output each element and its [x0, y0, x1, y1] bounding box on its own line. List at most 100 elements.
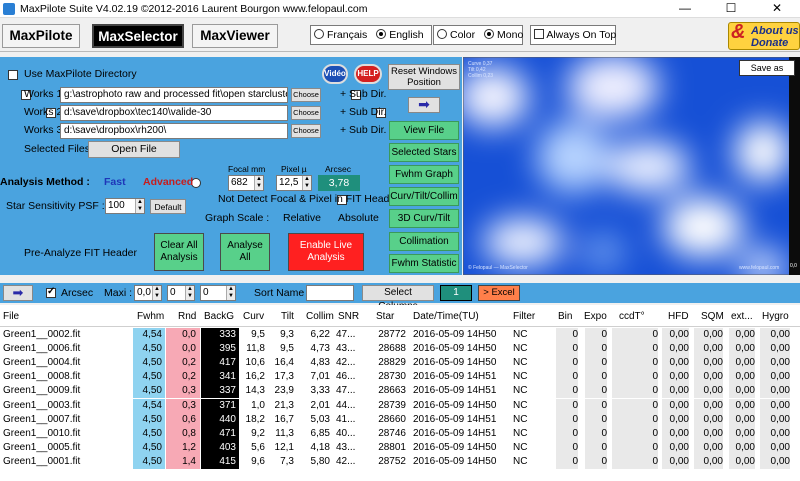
cell-filter: NC — [513, 455, 528, 467]
focal-spinner[interactable]: 682 ▲ ▼ — [228, 175, 264, 191]
cell-hfd: 0,00 — [662, 384, 689, 399]
cell-ccdt: 0 — [612, 384, 658, 399]
psf-spin-arrows[interactable]: ▲ ▼ — [135, 199, 144, 213]
column-header-hygro[interactable]: Hygro — [762, 311, 789, 322]
maxi2-spinner[interactable]: 0 ▲ ▼ — [167, 285, 195, 301]
table-row[interactable]: Green1__0007.fit 4,50 0,6 440 18,2 16,7 5,03 41… — [0, 412, 800, 427]
curv-tilt-collim-button[interactable]: Curv/Tilt/Collim — [389, 187, 459, 206]
column-header-sqm[interactable]: SQM — [701, 311, 724, 322]
table-row[interactable]: Green1__0004.fit 4,50 0,2 417 10,6 16,4 4,83 42… — [0, 356, 800, 371]
works2-path-input[interactable]: d:\save\dropbox\tec140\valide-30 — [60, 105, 288, 121]
arcsec-checkbox[interactable] — [46, 286, 56, 298]
3d-curv-tilt-button[interactable]: 3D Curv/Tilt — [389, 209, 459, 228]
cell-hygro: 0,00 — [760, 370, 790, 385]
analyse-all-button[interactable]: Analyse All — [220, 233, 270, 271]
cell-hygro: 0,00 — [760, 342, 790, 357]
export-excel-button[interactable]: > Excel — [478, 285, 520, 301]
enable-live-button[interactable]: Enable Live Analysis — [288, 233, 364, 271]
column-header-hfd[interactable]: HFD — [668, 311, 689, 322]
cell-fwhm: 4,50 — [133, 356, 165, 371]
collimation-button[interactable]: Collimation — [389, 232, 459, 251]
maxi3-spinner[interactable]: 0 ▲ ▼ — [200, 285, 236, 301]
table-row[interactable]: Green1__0009.fit 4,50 0,3 337 14,3 23,9 3,33 47… — [0, 384, 800, 399]
pixel-value: 12,5 — [279, 177, 299, 188]
arrow-right-icon[interactable]: ➡ — [408, 97, 440, 113]
cell-snr: 46... — [336, 371, 356, 383]
clear-all-button[interactable]: Clear All Analysis — [154, 233, 204, 271]
maximize-button[interactable]: ☐ — [708, 0, 754, 18]
reset-windows-button[interactable]: Reset Windows Position — [388, 64, 460, 90]
cell-curv: 9,6 — [251, 455, 265, 467]
sort-name-input[interactable] — [306, 285, 354, 301]
pixel-spinner[interactable]: 12,5 ▲ ▼ — [276, 175, 312, 191]
video-button[interactable]: Vidéo — [322, 64, 348, 84]
table-row[interactable]: Green1__0003.fit 4,54 0,3 371 1,0 21,3 2,01 44.… — [0, 398, 800, 413]
cell-collim: 5,80 — [310, 455, 330, 467]
selected-stars-button[interactable]: Selected Stars — [389, 143, 459, 162]
table-row[interactable]: Green1__0006.fit 4,50 0,0 395 11,8 9,5 4,73 43.… — [0, 342, 800, 357]
tab-maxpilote[interactable]: MaxPilote — [2, 24, 80, 48]
radio-mono[interactable] — [484, 29, 495, 39]
column-header-ext[interactable]: ext... — [731, 311, 753, 322]
psf-spinner[interactable]: 100 ▲ ▼ — [105, 198, 145, 214]
works3-path-input[interactable]: d:\save\dropbox\rh200\ — [60, 123, 288, 139]
maxi3-arrows[interactable]: ▲ ▼ — [226, 286, 235, 300]
table-row[interactable]: Green1__0001.fit 4,50 1,4 415 9,6 7,3 5,80 42..… — [0, 454, 800, 469]
tab-maxselector[interactable]: MaxSelector — [92, 24, 184, 48]
fwhm-graph-button[interactable]: Fwhm Graph — [389, 165, 459, 184]
cell-ext: 0,00 — [729, 454, 755, 469]
cell-hygro: 0,00 — [760, 454, 790, 469]
column-header-collim[interactable]: Collim — [306, 311, 334, 322]
collapse-arrow-icon[interactable]: ➡ — [3, 285, 33, 301]
save-as-button[interactable]: Save as — [739, 60, 795, 76]
column-header-filter[interactable]: Filter — [513, 311, 535, 322]
fwhm-statistic-button[interactable]: Fwhm Statistic — [389, 254, 459, 273]
cell-ext: 0,00 — [729, 426, 755, 441]
focal-spin-arrows[interactable]: ▲ ▼ — [254, 176, 263, 190]
radio-english[interactable] — [376, 29, 387, 39]
column-header-star[interactable]: Star — [376, 311, 394, 322]
help-button[interactable]: HELP — [354, 64, 382, 84]
cell-date-time-tu: 2016-05-09 14H50 — [413, 343, 497, 355]
column-header-file[interactable]: File — [3, 311, 19, 322]
column-header-fwhm[interactable]: Fwhm — [137, 311, 164, 322]
column-header-backg[interactable]: BackG — [204, 311, 234, 322]
works1-path-input[interactable]: g:\astrophoto raw and processed fit\open… — [60, 87, 288, 103]
open-file-button[interactable]: Open File — [88, 141, 180, 158]
works1-choose-button[interactable]: Choose — [291, 88, 321, 102]
maxi1-arrows[interactable]: ▲ ▼ — [152, 286, 161, 300]
cell-star: 28752 — [378, 455, 406, 467]
works3-choose-button[interactable]: Choose — [291, 124, 321, 138]
view-file-button[interactable]: View File — [389, 121, 459, 140]
donate-button[interactable]: & About us Donate — [728, 22, 800, 50]
column-header-rnd[interactable]: Rnd — [178, 311, 196, 322]
close-button[interactable]: ✕ — [754, 0, 800, 18]
always-on-top-checkbox[interactable] — [534, 29, 544, 39]
column-header-date-time-tu[interactable]: Date/Time(TU) — [413, 311, 479, 322]
pixel-spin-arrows[interactable]: ▲ ▼ — [302, 176, 311, 190]
column-header-bin[interactable]: Bin — [558, 311, 572, 322]
column-header-snr[interactable]: SNR — [338, 311, 359, 322]
cell-curv: 16,2 — [245, 371, 265, 383]
maxi1-spinner[interactable]: 0,0 ▲ ▼ — [134, 285, 162, 301]
column-header-curv[interactable]: Curv — [243, 311, 264, 322]
tab-maxviewer[interactable]: MaxViewer — [192, 24, 278, 48]
cell-tilt: 12,1 — [274, 441, 294, 453]
use-maxpilote-checkbox[interactable] — [8, 70, 18, 80]
maxi2-arrows[interactable]: ▲ ▼ — [185, 286, 194, 300]
cell-curv: 14,3 — [245, 385, 265, 397]
table-row[interactable]: Green1__0010.fit 4,50 0,8 471 9,2 11,3 6,85 40.… — [0, 426, 800, 441]
works2-choose-button[interactable]: Choose — [291, 106, 321, 120]
column-header-expo[interactable]: Expo — [584, 311, 607, 322]
radio-color[interactable] — [437, 29, 447, 39]
table-row[interactable]: Green1__0008.fit 4,50 0,2 341 16,2 17,3 7,01 46… — [0, 370, 800, 385]
column-header-tilt[interactable]: Tilt — [281, 311, 294, 322]
default-button[interactable]: Default — [150, 199, 186, 214]
radio-francais[interactable] — [314, 29, 324, 39]
column-header-ccdt[interactable]: ccdT° — [619, 311, 645, 322]
select-columns-button[interactable]: Select Columns — [362, 285, 434, 312]
table-row[interactable]: Green1__0002.fit 4,54 0,0 333 9,5 9,3 6,22 47..… — [0, 328, 800, 342]
table-row[interactable]: Green1__0005.fit 4,50 1,2 403 5,6 12,1 4,18 43.… — [0, 440, 800, 455]
cell-sqm: 0,00 — [694, 356, 723, 371]
minimize-button[interactable]: — — [662, 0, 708, 18]
